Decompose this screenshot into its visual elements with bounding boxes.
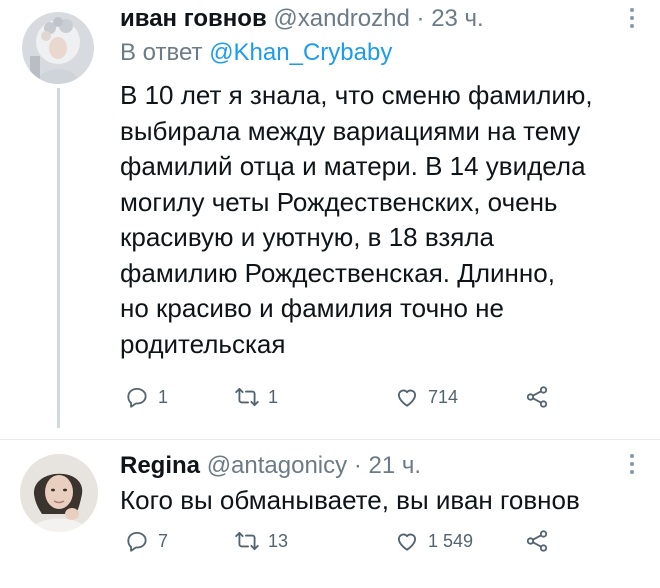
retweet-icon: [235, 387, 259, 407]
retweet-button[interactable]: 13: [234, 528, 288, 554]
tweet-text-line: родительская: [120, 328, 286, 359]
reply-count: 1: [158, 386, 169, 407]
tweet-text: В 10 лет я знала, что сменю фамилию, выб…: [120, 78, 640, 362]
more-options-icon[interactable]: [630, 8, 636, 28]
avatar-image: [22, 12, 94, 84]
tweet-text-line: фамилию Рождественская. Длинно,: [120, 257, 555, 288]
reply-prefix: В ответ: [120, 39, 203, 66]
tweet-actions: 1 1 714: [124, 384, 564, 414]
like-button[interactable]: 714: [394, 384, 458, 410]
tweet-text-line: красивую и уютную, в 18 взяла: [120, 222, 495, 252]
thread-line: [57, 88, 60, 428]
like-count: 1 549: [428, 530, 474, 551]
share-button[interactable]: [524, 384, 550, 410]
author-name[interactable]: иван говнов: [120, 5, 267, 32]
retweet-count: 13: [268, 530, 289, 551]
tweet-text: Кого вы обманываете, вы иван говнов: [120, 483, 640, 519]
retweet-button[interactable]: 1: [234, 384, 278, 410]
reply-button[interactable]: 7: [124, 528, 168, 554]
tweet-text-line: фамилий отца и матери. В 14 увидела: [120, 151, 586, 181]
like-button[interactable]: 1 549: [394, 528, 473, 554]
heart-icon: [397, 533, 417, 551]
tweet[interactable]: иван говнов @xandrozhd · 23 ч. В ответ @…: [0, 0, 660, 440]
timestamp[interactable]: 23 ч.: [431, 5, 484, 32]
author-handle[interactable]: @antagonicy: [207, 452, 347, 479]
reply-count: 7: [158, 530, 169, 551]
header-separator: ·: [416, 5, 425, 32]
timestamp[interactable]: 21 ч.: [368, 452, 421, 479]
header-separator: ·: [353, 452, 362, 479]
author-handle[interactable]: @xandrozhd: [273, 5, 409, 32]
reply-button[interactable]: 1: [124, 384, 168, 410]
retweet-count: 1: [268, 386, 279, 407]
tweet-actions: 7 13 1 549: [124, 528, 564, 558]
tweet-text-line: могилу четы Рождественских, очень: [120, 186, 558, 217]
avatar[interactable]: [20, 454, 98, 532]
more-options-icon[interactable]: [630, 454, 636, 474]
tweet-text-line: но красиво и фамилия точно не: [120, 293, 504, 323]
share-button[interactable]: [524, 528, 550, 554]
reply-icon: [127, 531, 147, 552]
like-count: 714: [428, 386, 459, 407]
heart-icon: [397, 389, 417, 407]
tweet-header: Regina @antagonicy · 21 ч.: [120, 451, 421, 481]
tweet-text-line: В 10 лет я знала, что сменю фамилию,: [120, 80, 593, 110]
tweet-text-line: выбирала между вариациями на тему: [120, 115, 581, 146]
tweet-header: иван говнов @xandrozhd · 23 ч.: [120, 4, 484, 34]
avatar-image: [20, 454, 98, 532]
reply-mention-link[interactable]: @Khan_Crybaby: [209, 39, 392, 66]
tweet-text-line: Кого вы обманываете, вы иван говнов: [120, 485, 580, 515]
avatar[interactable]: [22, 12, 94, 84]
tweet[interactable]: Regina @antagonicy · 21 ч. Кого вы обман…: [0, 440, 660, 588]
share-icon: [526, 530, 548, 552]
reply-context: В ответ @Khan_Crybaby: [120, 38, 392, 68]
reply-icon: [127, 387, 147, 408]
author-name[interactable]: Regina: [120, 452, 200, 479]
retweet-icon: [235, 531, 259, 551]
share-icon: [526, 386, 548, 408]
